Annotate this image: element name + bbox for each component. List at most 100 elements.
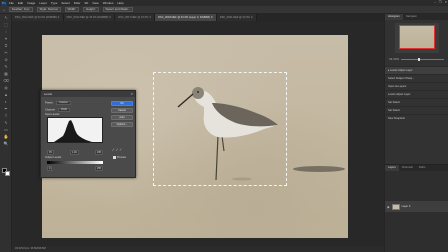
layer-name: Layer 0 (401, 205, 411, 208)
tab-doc-5[interactable]: DSC_0021.NEF @ 33.3% ✕ (216, 14, 257, 21)
input-gamma-field[interactable]: 1.00 (70, 150, 79, 155)
history-item[interactable]: Select Subject Sharp... (385, 74, 448, 82)
menu-image[interactable]: Image (27, 1, 35, 5)
output-black-field[interactable]: 0 (47, 166, 53, 171)
tab-doc-1[interactable]: DSC_0012.NEF @ 33.3% (RGB/8#) ✕ (12, 14, 64, 21)
menu-select[interactable]: Select (61, 1, 69, 5)
tab-paths[interactable]: Paths (416, 165, 429, 171)
preset-row: Preset: Custom (45, 101, 71, 105)
white-eyedropper-icon[interactable]: ⁄ (120, 147, 121, 152)
gray-eyedropper-icon[interactable]: ⁄ (117, 147, 118, 152)
input-white-field[interactable]: 235 (94, 150, 103, 155)
zoom-tool-icon[interactable]: 🔍 (2, 141, 10, 147)
menu-file[interactable]: File (9, 1, 14, 5)
ok-button[interactable]: OK (111, 101, 133, 106)
lasso-tool-icon[interactable]: ◌ (2, 29, 10, 35)
tab-doc-3[interactable]: DSC_0017.NEF @ 33.3% ✕ (115, 14, 156, 21)
visibility-eye-icon[interactable]: ◉ (387, 205, 390, 209)
channel-select[interactable]: RGB (58, 108, 70, 112)
history-item[interactable]: Set Select (385, 106, 448, 114)
preset-select[interactable]: Custom (55, 101, 71, 105)
photoshop-logo-icon: Ps (1, 0, 7, 6)
preset-label: Preset: (45, 101, 54, 105)
history-item[interactable]: ▸ Levels Adjust Layer (385, 66, 448, 74)
quick-select-tool-icon[interactable]: ⌖ (2, 36, 10, 42)
marquee-tool-icon[interactable]: ⌂ (3, 8, 5, 12)
width-field[interactable]: Width: (64, 7, 80, 12)
history-item[interactable]: New Snapshot (385, 114, 448, 122)
tab-histogram[interactable]: Histogram (385, 14, 403, 20)
selection-marquee[interactable] (153, 72, 287, 186)
brush-tool-icon[interactable]: ✎ (2, 64, 10, 70)
navigator-thumbnail[interactable] (395, 23, 439, 53)
menu-view[interactable]: View (92, 1, 98, 5)
tab-doc-4[interactable]: DSC_0018.NEF @ 33.3% (Layer 0, RGB/8#) ✕ (155, 14, 217, 21)
healing-tool-icon[interactable]: ⊘ (2, 57, 10, 63)
stamp-tool-icon[interactable]: ▦ (2, 71, 10, 77)
options-button[interactable]: Options... (111, 122, 133, 127)
shape-tool-icon[interactable]: ▭ (2, 127, 10, 133)
menu-type[interactable]: Type (51, 1, 58, 5)
type-tool-icon[interactable]: T (2, 113, 10, 119)
preview-toggle[interactable]: Preview (113, 156, 126, 159)
tab-doc-2[interactable]: DSC_0013.NEF @ 33.3% (RGB/8#) ✕ (63, 14, 116, 21)
cancel-button[interactable]: Cancel (111, 108, 133, 113)
menu-layer[interactable]: Layer (39, 1, 47, 5)
black-eyedropper-icon[interactable]: ⁄ (113, 147, 114, 152)
eyedroppers: ⁄ ⁄ ⁄ (113, 147, 121, 152)
history-item[interactable]: Set Select (385, 98, 448, 106)
eraser-tool-icon[interactable]: ⌫ (2, 78, 10, 84)
zoom-slider-knob[interactable] (418, 57, 421, 61)
select-and-mask-button[interactable]: Select and Mask... (102, 7, 134, 12)
menu-help[interactable]: Help (117, 1, 123, 5)
shadow-region (293, 166, 345, 172)
blur-tool-icon[interactable]: ▲ (2, 92, 10, 98)
menu-filter[interactable]: Filter (74, 1, 81, 5)
dialog-title-bar[interactable]: Levels ✕ (41, 91, 135, 97)
dialog-buttons: OK Cancel Auto Options... (111, 101, 133, 129)
channel-row: Channel: RGB (45, 108, 70, 112)
pen-tool-icon[interactable]: ✒ (2, 106, 10, 112)
tab-navigator[interactable]: Navigator (403, 14, 420, 20)
layer-thumbnail (391, 203, 400, 210)
slice-tool-icon[interactable]: ✂ (2, 50, 10, 56)
layer-row[interactable]: ◉ Layer 0 (385, 201, 448, 212)
path-select-tool-icon[interactable]: ⇖ (2, 120, 10, 126)
gradient-tool-icon[interactable]: ◍ (2, 85, 10, 91)
preview-checkbox[interactable] (113, 156, 116, 159)
channel-label: Channel: (45, 108, 56, 112)
zoom-value[interactable]: 33.33% (389, 57, 399, 61)
style-select[interactable]: Style: Normal (36, 7, 61, 12)
minimize-icon[interactable]: – (434, 0, 436, 4)
canvas-area[interactable]: Levels ✕ Preset: Custom Channel: RGB Inp… (12, 21, 384, 252)
dodge-tool-icon[interactable]: ◐ (2, 99, 10, 105)
zoom-row: 33.33% (389, 56, 444, 62)
menu-3d[interactable]: 3D (84, 1, 88, 5)
navigator-view-box[interactable] (399, 25, 435, 49)
tab-channels[interactable]: Channels (399, 165, 416, 171)
output-white-field[interactable]: 255 (95, 166, 103, 171)
marquee-tool-icon[interactable]: ⬚ (2, 22, 10, 28)
histogram[interactable] (47, 117, 103, 143)
history-item[interactable]: Open as Layers (385, 82, 448, 90)
crop-tool-icon[interactable]: ⌗ (2, 43, 10, 49)
menu-window[interactable]: Window (103, 1, 114, 5)
close-window-icon[interactable]: ✕ (444, 0, 447, 4)
background-color-swatch[interactable] (5, 171, 10, 176)
close-icon[interactable]: ✕ (131, 91, 133, 97)
output-gradient[interactable] (47, 161, 103, 164)
hand-tool-icon[interactable]: ✋ (2, 134, 10, 140)
input-black-field[interactable]: 35 (47, 150, 54, 155)
output-values: 0 255 (47, 166, 103, 171)
history-item[interactable]: Levels Adjust Layer (385, 90, 448, 98)
zoom-slider[interactable] (401, 57, 444, 61)
maximize-icon[interactable]: ❐ (439, 0, 442, 4)
document-tabs: DSC_0012.NEF @ 33.3% (RGB/8#) ✕ DSC_0013… (12, 14, 384, 21)
feather-field[interactable]: Feather: 0 px (8, 7, 33, 12)
auto-button[interactable]: Auto (111, 115, 133, 120)
tab-layers[interactable]: Layers (385, 165, 399, 171)
move-tool-icon[interactable]: ↖ (2, 15, 10, 21)
height-field[interactable]: Height: (83, 7, 99, 12)
menu-edit[interactable]: Edit (18, 1, 23, 5)
input-levels-label: Input Levels: (45, 113, 60, 116)
